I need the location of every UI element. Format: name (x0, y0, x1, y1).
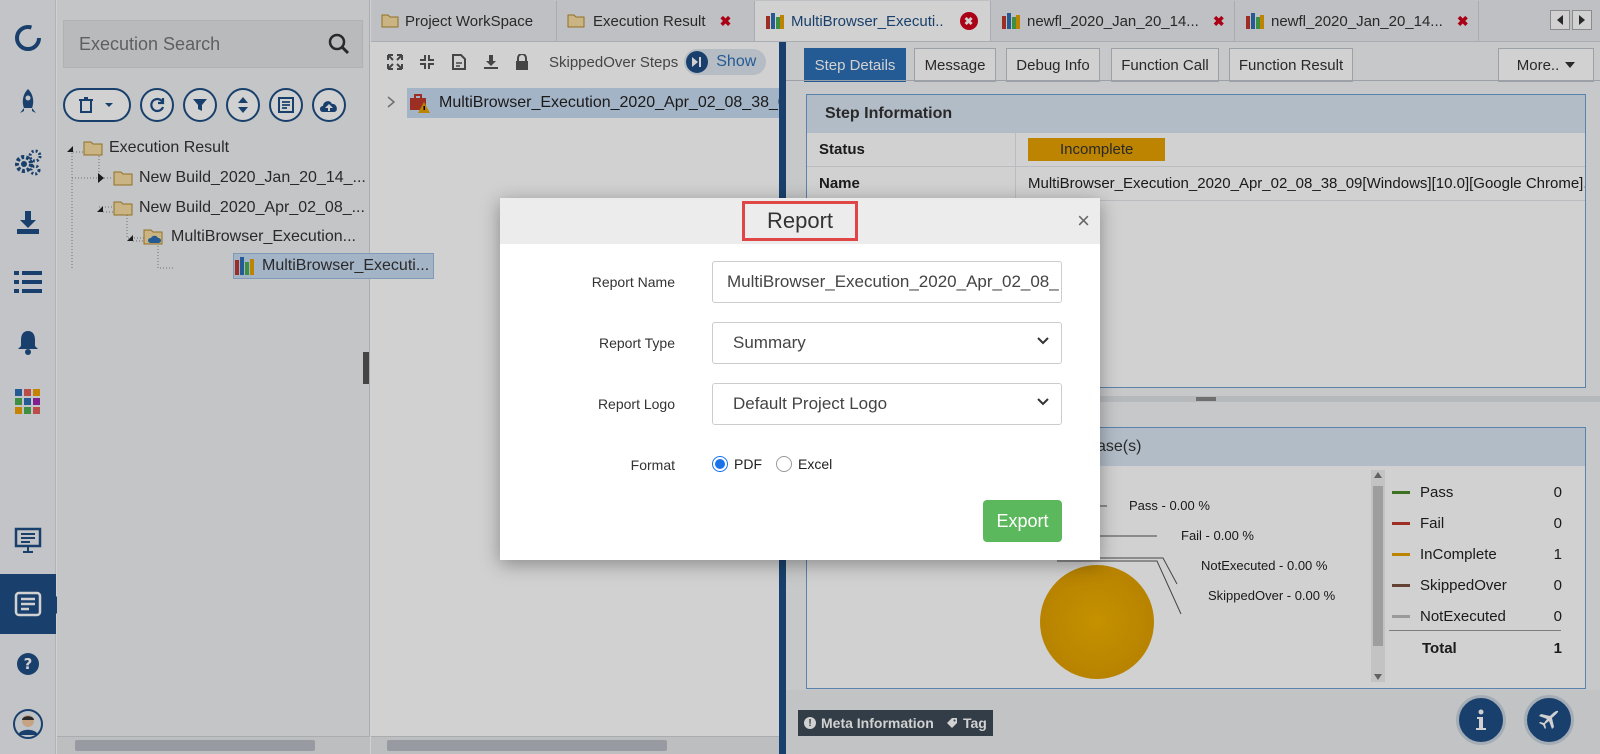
format-pdf-radio[interactable]: PDF (712, 456, 762, 472)
chevron-down-icon (1037, 398, 1049, 406)
report-name-input[interactable]: MultiBrowser_Execution_2020_Apr_02_08_ (712, 261, 1062, 303)
report-type-label: Report Type (598, 335, 675, 351)
report-logo-value: Default Project Logo (733, 394, 888, 413)
format-excel-radio[interactable]: Excel (776, 456, 832, 472)
close-icon[interactable]: × (1077, 210, 1090, 232)
report-dialog-title: Report (741, 201, 859, 241)
export-button[interactable]: Export (983, 500, 1062, 542)
format-label: Format (630, 457, 675, 473)
report-type-select[interactable]: Summary (712, 322, 1062, 364)
report-name-label: Report Name (591, 274, 675, 290)
format-excel-label: Excel (798, 456, 833, 472)
format-pdf-label: PDF (734, 456, 762, 472)
report-dialog: Report × Report Name MultiBrowser_Execut… (500, 198, 1100, 560)
report-logo-select[interactable]: Default Project Logo (712, 383, 1062, 425)
chevron-down-icon (1037, 337, 1049, 345)
report-logo-label: Report Logo (597, 396, 675, 412)
report-type-value: Summary (733, 333, 806, 352)
report-dialog-header: Report × (500, 198, 1100, 244)
